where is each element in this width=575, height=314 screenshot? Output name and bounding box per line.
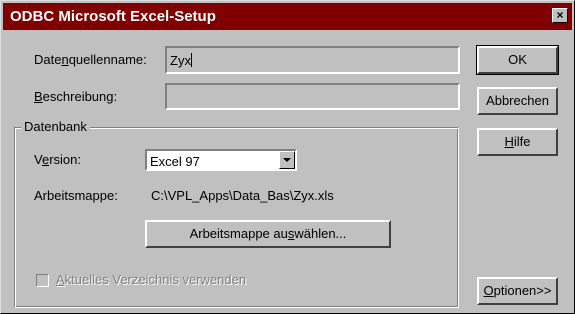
close-button[interactable]: ×: [552, 8, 568, 23]
version-label: Version:: [34, 152, 81, 167]
database-group-label: Datenbank: [21, 119, 90, 134]
version-combobox[interactable]: Excel 97: [145, 149, 297, 171]
text-caret: [190, 53, 192, 67]
workbook-label: Arbeitsmappe:: [34, 188, 118, 203]
datasource-name-label: Datenquellenname:: [34, 52, 147, 67]
select-workbook-button[interactable]: Arbeitsmappe auswählen...: [145, 220, 391, 248]
title-bar[interactable]: ODBC Microsoft Excel-Setup ×: [3, 3, 572, 30]
datasource-name-input[interactable]: Zyx: [165, 46, 460, 74]
chevron-down-icon[interactable]: [279, 151, 295, 169]
current-directory-checkbox[interactable]: [36, 274, 49, 287]
workbook-path: C:\VPL_Apps\Data_Bas\Zyx.xls: [151, 188, 334, 203]
datasource-name-value: Zyx: [170, 53, 191, 68]
cancel-button[interactable]: Abbrechen: [477, 87, 558, 115]
description-label: Beschreibung:: [34, 89, 118, 104]
ok-button[interactable]: OK: [476, 45, 559, 75]
current-directory-label: Aktuelles Verzeichnis verwenden: [56, 272, 247, 287]
description-input[interactable]: [165, 83, 460, 110]
help-button[interactable]: Hilfe: [477, 128, 558, 156]
close-icon: ×: [556, 8, 564, 22]
odbc-excel-setup-dialog: ODBC Microsoft Excel-Setup × Datenquelle…: [0, 0, 575, 314]
options-button[interactable]: Optionen>>: [477, 277, 558, 305]
window-title: ODBC Microsoft Excel-Setup: [10, 8, 216, 25]
version-selected: Excel 97: [150, 154, 200, 169]
